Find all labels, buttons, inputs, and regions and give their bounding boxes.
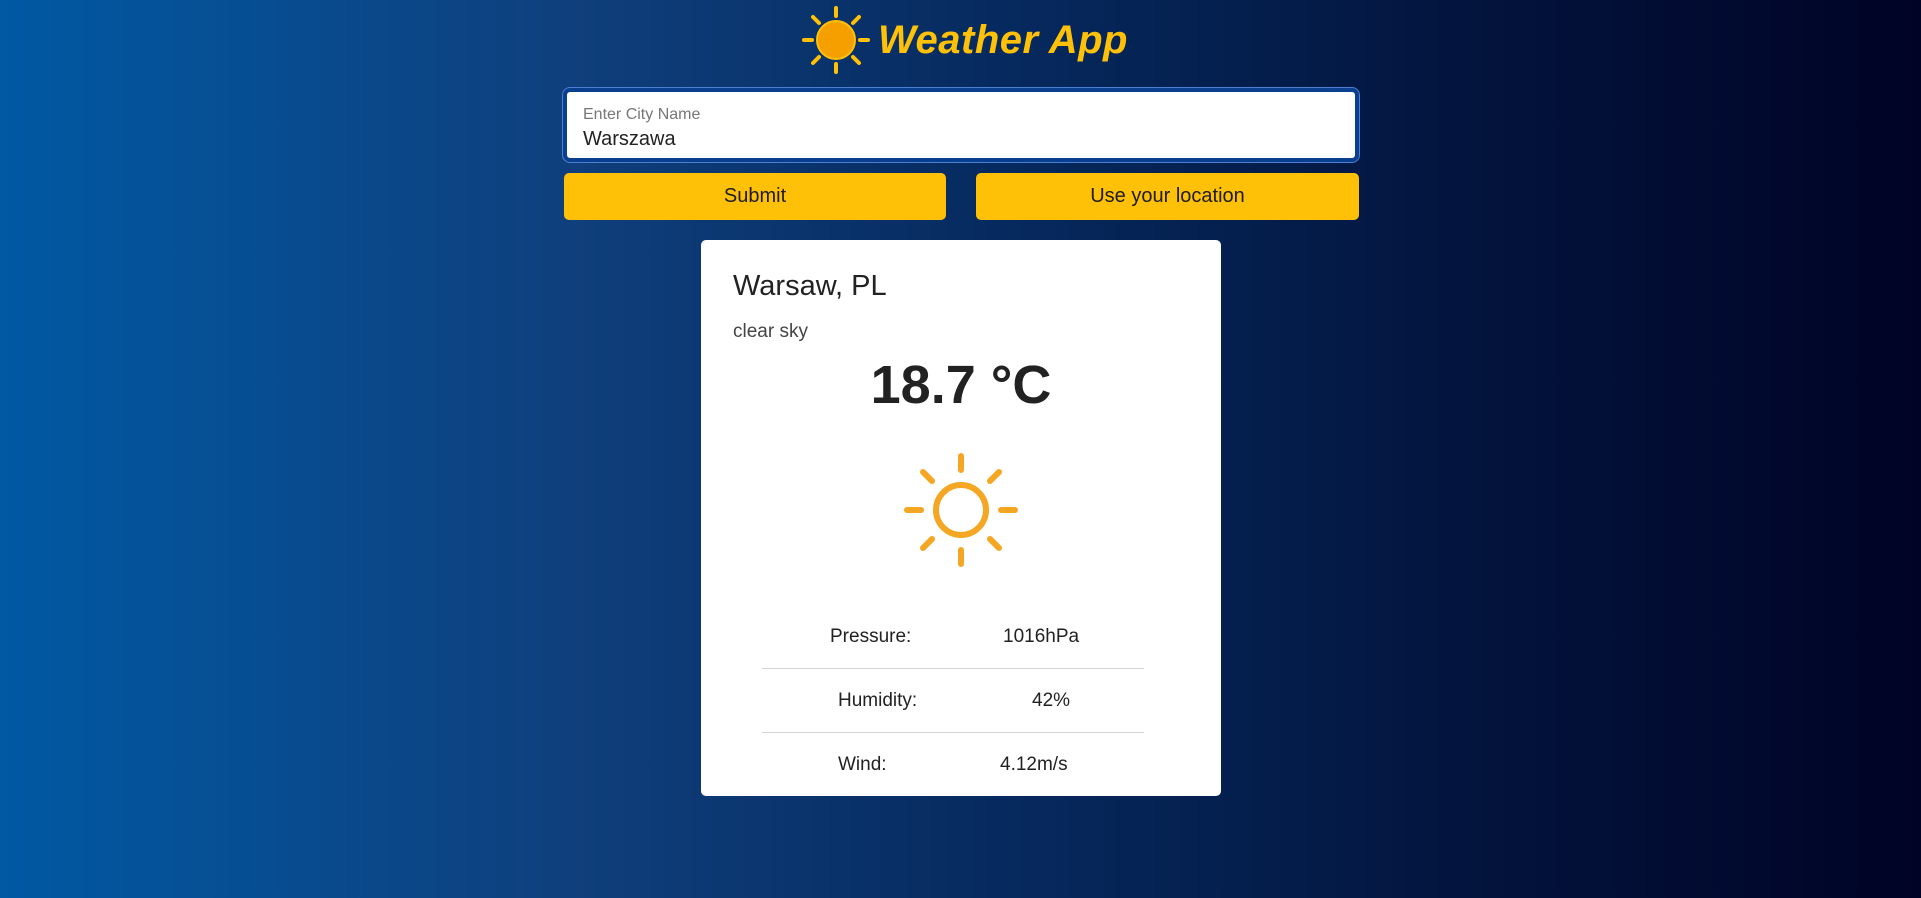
weather-details: Pressure: 1016hPa Humidity: 42% Wind: 4.… bbox=[762, 605, 1144, 796]
city-input[interactable] bbox=[583, 128, 1343, 151]
city-input-label: Enter City Name bbox=[583, 106, 701, 123]
pressure-row: Pressure: 1016hPa bbox=[762, 605, 1144, 669]
weather-description: clear sky bbox=[733, 321, 808, 342]
humidity-row: Humidity: 42% bbox=[762, 669, 1144, 733]
wind-value: 4.12m/s bbox=[1000, 754, 1068, 775]
humidity-label: Humidity: bbox=[838, 690, 918, 711]
weather-card: Warsaw, PL clear sky 18.7 °C Pressure: 1… bbox=[701, 240, 1221, 796]
pressure-label: Pressure: bbox=[830, 626, 912, 647]
app-title: Weather App bbox=[878, 17, 1128, 62]
submit-button[interactable]: Submit bbox=[564, 173, 946, 220]
wind-label: Wind: bbox=[838, 754, 887, 775]
app-header: Weather App bbox=[800, 0, 1130, 80]
pressure-value: 1016hPa bbox=[1003, 626, 1080, 647]
city-name: Warsaw, PL bbox=[733, 270, 887, 302]
city-search-field[interactable]: Enter City Name bbox=[562, 87, 1360, 163]
wind-row: Wind: 4.12m/s bbox=[762, 733, 1144, 796]
clear-sky-sun-icon bbox=[904, 453, 1018, 567]
use-location-button[interactable]: Use your location bbox=[976, 173, 1359, 220]
humidity-value: 42% bbox=[1032, 690, 1071, 711]
temperature: 18.7 °C bbox=[870, 355, 1052, 415]
weather-app: Weather App Enter City Name Submit Use y… bbox=[0, 0, 1921, 898]
sun-icon bbox=[802, 6, 870, 74]
